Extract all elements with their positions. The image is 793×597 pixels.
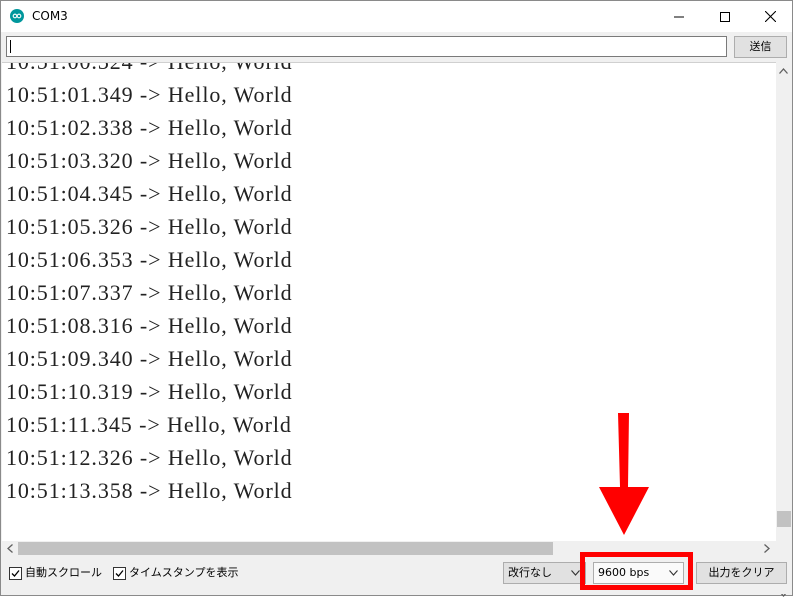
output-line: 10:51:04.345 -> Hello, World [6,181,293,206]
text-caret [10,40,11,53]
output-line: 10:51:00.324 -> Hello, World [6,63,293,74]
minimize-button[interactable] [656,1,702,32]
output-line: 10:51:10.319 -> Hello, World [6,379,293,404]
output-line: 10:51:08.316 -> Hello, World [6,313,293,338]
output-line: 10:51:06.353 -> Hello, World [6,247,293,272]
close-icon [764,11,776,22]
horizontal-scroll-thumb[interactable] [18,542,553,555]
output-line: 10:51:12.326 -> Hello, World [6,445,293,470]
chevron-down-icon [571,570,580,576]
autoscroll-checkbox[interactable] [9,567,22,580]
clear-output-button[interactable]: 出力をクリア [696,562,787,584]
annotation-highlight-box [580,552,693,590]
scroll-up-icon[interactable] [779,68,788,74]
title-bar: COM3 [1,1,792,32]
scroll-left-icon[interactable] [7,544,13,553]
serial-monitor-window: COM3 送信 10:51:00.324 -> Hello, World10:5… [0,0,793,597]
output-line: 10:51:05.326 -> Hello, World [6,214,293,239]
output-line: 10:51:11.345 -> Hello, World [6,412,292,437]
checkmark-icon [115,570,124,577]
minimize-icon [674,16,684,17]
line-ending-value: 改行なし [508,566,552,579]
send-input[interactable] [6,36,727,57]
maximize-button[interactable] [702,1,748,32]
window-title: COM3 [32,9,68,23]
output-line: 10:51:09.340 -> Hello, World [6,346,293,371]
maximize-icon [720,11,730,22]
autoscroll-label[interactable]: 自動スクロール [25,565,102,580]
timestamp-checkbox[interactable] [113,567,126,580]
output-line: 10:51:13.358 -> Hello, World [6,478,293,503]
vertical-scrollbar[interactable] [776,62,792,597]
send-button[interactable]: 送信 [734,36,787,58]
arduino-infinity-icon [10,9,24,23]
timestamp-label[interactable]: タイムスタンプを表示 [129,565,238,580]
output-line: 10:51:03.320 -> Hello, World [6,148,293,173]
annotation-down-arrow-icon [599,413,649,535]
output-line: 10:51:07.337 -> Hello, World [6,280,293,305]
output-line: 10:51:02.338 -> Hello, World [6,115,293,140]
checkmark-icon [11,570,20,577]
scroll-right-icon[interactable] [764,544,770,553]
output-line: 10:51:01.349 -> Hello, World [6,82,293,107]
vertical-scroll-thumb[interactable] [777,511,791,527]
line-ending-select[interactable]: 改行なし [503,562,586,584]
serial-output[interactable]: 10:51:00.324 -> Hello, World 10:51:01.349… [2,62,776,542]
close-button[interactable] [747,1,793,32]
